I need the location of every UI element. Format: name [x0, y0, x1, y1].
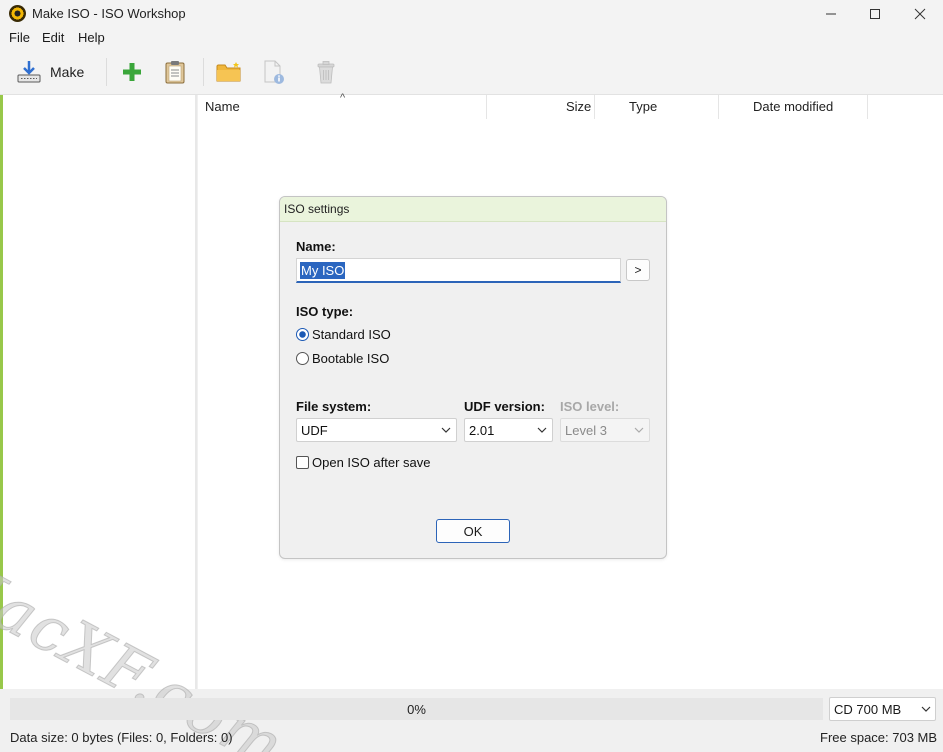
window-title: Make ISO - ISO Workshop: [32, 6, 186, 21]
title-bar: Make ISO - ISO Workshop: [0, 0, 943, 28]
make-iso-icon: [17, 61, 41, 83]
status-free-space: Free space: 703 MB: [820, 730, 938, 745]
standard-iso-label[interactable]: Standard ISO: [312, 327, 391, 342]
udf-version-label: UDF version:: [464, 399, 545, 414]
iso-settings-dialog: ISO settings Name: My ISO > ISO type: St…: [279, 196, 667, 559]
iso-level-label: ISO level:: [560, 399, 620, 414]
sort-indicator-icon: ^: [340, 92, 346, 104]
trash-icon: [317, 61, 335, 84]
chevron-down-icon: [921, 706, 931, 712]
close-icon: [914, 8, 926, 20]
maximize-icon: [870, 9, 880, 19]
chevron-down-icon: [537, 427, 547, 433]
open-after-save-label[interactable]: Open ISO after save: [312, 455, 431, 470]
minimize-icon: [826, 13, 836, 15]
file-system-label: File system:: [296, 399, 372, 414]
column-size[interactable]: Size: [566, 99, 591, 114]
minimize-button[interactable]: [808, 0, 854, 28]
iso-level-select: Level 3: [560, 418, 650, 442]
udf-version-value: 2.01: [469, 423, 495, 438]
name-label: Name:: [296, 239, 336, 254]
open-after-save-checkbox[interactable]: [296, 456, 309, 469]
progress-text: 0%: [407, 702, 426, 717]
toolbar-separator: [106, 58, 107, 86]
add-icon: [123, 63, 141, 81]
menu-edit[interactable]: Edit: [42, 30, 64, 45]
media-size-select[interactable]: CD 700 MB: [829, 697, 936, 721]
iso-level-value: Level 3: [565, 423, 607, 438]
toolbar: Make: [0, 48, 943, 95]
chevron-down-icon: [441, 427, 451, 433]
iso-type-label: ISO type:: [296, 304, 354, 319]
dialog-title-bar: ISO settings: [280, 197, 666, 222]
ok-button[interactable]: OK: [436, 519, 510, 543]
delete-button: [312, 58, 340, 86]
chevron-down-icon: [634, 427, 644, 433]
column-separator[interactable]: [867, 95, 868, 119]
close-button[interactable]: [897, 0, 943, 28]
menu-bar: File Edit Help: [0, 28, 943, 48]
column-separator[interactable]: [486, 95, 487, 119]
status-data-size: Data size: 0 bytes (Files: 0, Folders: 0…: [10, 730, 233, 745]
menu-file[interactable]: File: [9, 30, 30, 45]
file-properties-icon: [264, 60, 284, 84]
iso-name-value: My ISO: [300, 262, 346, 279]
make-button[interactable]: Make: [10, 56, 90, 88]
toolbar-separator: [203, 58, 204, 86]
file-system-select[interactable]: UDF: [296, 418, 457, 442]
browse-button[interactable]: >: [626, 259, 650, 281]
media-size-value: CD 700 MB: [834, 702, 902, 717]
paste-button[interactable]: [161, 58, 189, 86]
maximize-button[interactable]: [852, 0, 898, 28]
add-button[interactable]: [118, 58, 146, 86]
standard-iso-radio[interactable]: [296, 328, 309, 341]
column-separator[interactable]: [594, 95, 595, 119]
udf-version-select[interactable]: 2.01: [464, 418, 553, 442]
file-system-value: UDF: [301, 423, 328, 438]
column-type[interactable]: Type: [629, 99, 657, 114]
disc-app-icon: [9, 5, 26, 22]
menu-help[interactable]: Help: [78, 30, 105, 45]
progress-bar: 0%: [10, 698, 823, 720]
column-name[interactable]: Name: [205, 99, 240, 114]
bootable-iso-label[interactable]: Bootable ISO: [312, 351, 389, 366]
new-folder-icon: [216, 62, 241, 82]
dialog-title: ISO settings: [284, 202, 350, 216]
iso-name-input[interactable]: My ISO: [296, 258, 621, 283]
new-folder-button[interactable]: [214, 58, 244, 86]
make-label: Make: [50, 64, 85, 80]
column-date-modified[interactable]: Date modified: [753, 99, 833, 114]
column-separator[interactable]: [718, 95, 719, 119]
bootable-iso-radio[interactable]: [296, 352, 309, 365]
file-properties-button: [259, 58, 287, 86]
clipboard-icon: [165, 61, 185, 84]
